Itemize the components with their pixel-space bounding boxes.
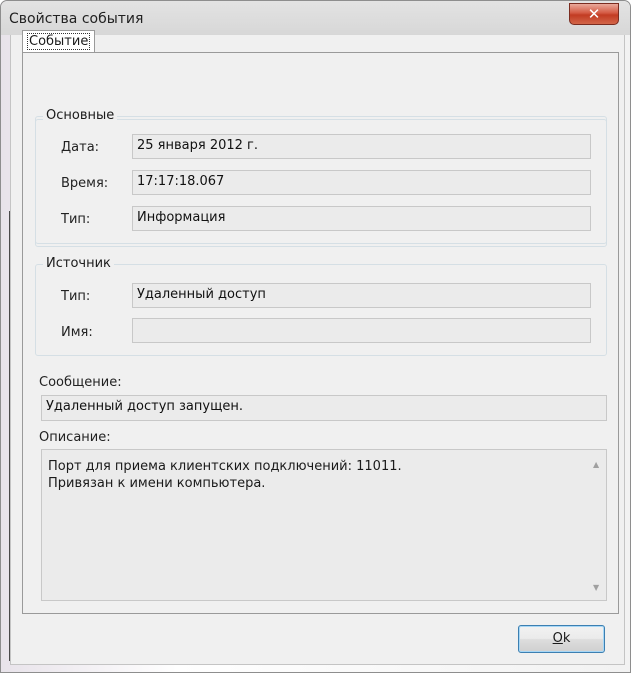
- group-source-title: Источник: [43, 256, 114, 271]
- close-icon: ✕: [587, 5, 601, 23]
- ok-accelerator: O: [552, 631, 563, 646]
- time-field[interactable]: 17:17:18.067: [132, 170, 591, 195]
- description-line: Порт для приема клиентских подключений: …: [48, 459, 402, 474]
- message-field[interactable]: Удаленный доступ запущен.: [41, 395, 607, 421]
- scroll-up-arrow-icon[interactable]: ▲: [593, 460, 599, 469]
- time-label: Время:: [61, 176, 109, 191]
- ok-button[interactable]: Ok: [518, 625, 605, 653]
- date-label: Дата:: [61, 140, 100, 155]
- ok-label-rest: k: [562, 631, 571, 646]
- description-memo[interactable]: Порт для приема клиентских подключений: …: [41, 449, 607, 601]
- description-label: Описание:: [39, 430, 111, 445]
- title-bar[interactable]: Свойства события ✕: [1, 1, 630, 35]
- description-text: Порт для приема клиентских подключений: …: [48, 458, 402, 492]
- description-scrollbar[interactable]: ▲ ▼: [589, 450, 606, 600]
- date-field[interactable]: 25 января 2012 г.: [132, 134, 591, 159]
- scroll-down-arrow-icon[interactable]: ▼: [593, 583, 599, 592]
- source-type-field[interactable]: Удаленный доступ: [132, 283, 591, 308]
- source-type-label: Тип:: [61, 289, 91, 304]
- tab-event[interactable]: Событие: [22, 30, 96, 53]
- group-main-title: Основные: [43, 108, 118, 123]
- tab-event-label: Событие: [27, 33, 91, 50]
- description-line: Привязан к имени компьютера.: [48, 476, 266, 491]
- close-button[interactable]: ✕: [569, 3, 619, 25]
- properties-window: Свойства события ✕ Событие Основные Дата…: [0, 0, 631, 673]
- source-name-field[interactable]: [132, 318, 591, 343]
- type-label: Тип:: [61, 212, 91, 227]
- type-field[interactable]: Информация: [132, 206, 591, 231]
- window-title: Свойства события: [9, 11, 144, 27]
- message-label: Сообщение:: [39, 375, 122, 390]
- source-name-label: Имя:: [61, 325, 93, 340]
